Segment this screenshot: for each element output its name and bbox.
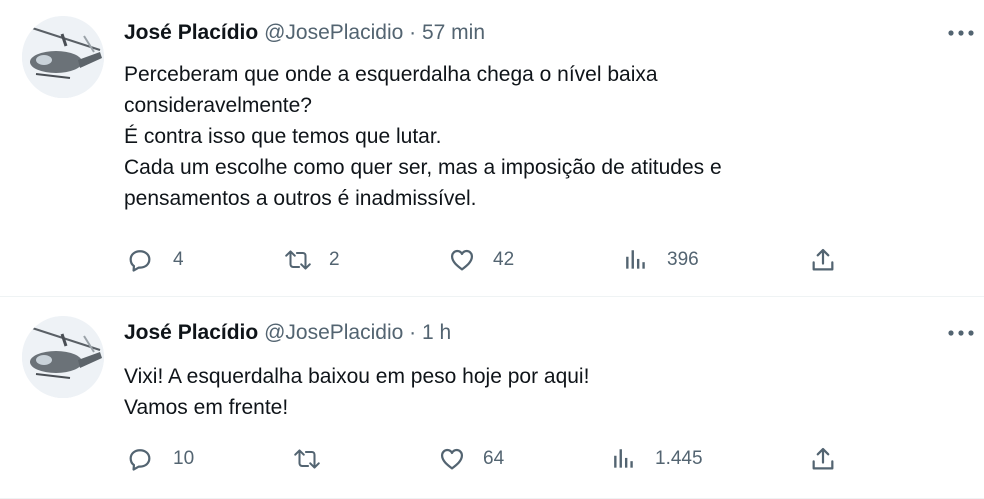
reply-button[interactable]: 10 — [125, 444, 194, 474]
tweet-actions: 10 64 1.445 — [0, 444, 984, 474]
retweet-count: 2 — [329, 249, 340, 270]
like-count: 42 — [493, 249, 515, 270]
author-handle[interactable]: @JosePlacidio — [264, 21, 403, 44]
avatar[interactable] — [22, 316, 104, 398]
share-icon — [808, 444, 838, 474]
more-options-button[interactable] — [946, 21, 976, 45]
like-icon — [447, 245, 477, 275]
share-icon — [808, 245, 838, 275]
separator-dot: · — [409, 21, 417, 44]
helicopter-avatar — [22, 16, 104, 98]
timestamp[interactable]: 1 h — [422, 321, 451, 344]
more-options-icon — [948, 330, 974, 336]
views-icon — [621, 245, 651, 275]
retweet-icon — [283, 245, 313, 275]
author-name[interactable]: José Placídio — [124, 21, 258, 44]
reply-icon — [125, 245, 155, 275]
tweet[interactable]: José Placídio @JosePlacidio · 57 min Per… — [0, 0, 984, 297]
retweet-button[interactable] — [292, 444, 338, 474]
retweet-icon — [292, 444, 322, 474]
tweet-text-line: É contra isso que temos que lutar. — [124, 125, 442, 148]
like-button[interactable]: 64 — [437, 444, 504, 474]
tweet[interactable]: José Placídio @JosePlacidio · 1 h Vixi! … — [0, 298, 984, 499]
like-button[interactable]: 42 — [447, 245, 514, 275]
more-options-button[interactable] — [946, 321, 976, 345]
tweet-text-line: consideravelmente? — [124, 94, 312, 117]
like-icon — [437, 444, 467, 474]
helicopter-avatar — [22, 316, 104, 398]
retweet-button[interactable]: 2 — [283, 245, 340, 275]
separator-dot: · — [409, 321, 417, 344]
tweet-text-line: Cada um escolhe como quer ser, mas a imp… — [124, 156, 722, 179]
author-name[interactable]: José Placídio — [124, 321, 258, 344]
avatar[interactable] — [22, 16, 104, 98]
like-count: 64 — [483, 448, 505, 469]
tweet-text: Perceberam que onde a esquerdalha chega … — [124, 59, 964, 214]
views-button[interactable]: 396 — [621, 245, 699, 275]
more-options-icon — [948, 30, 974, 36]
tweet-header: José Placídio @JosePlacidio · 1 h — [124, 318, 451, 348]
reply-count: 4 — [173, 249, 184, 270]
reply-button[interactable]: 4 — [125, 245, 184, 275]
reply-icon — [125, 444, 155, 474]
view-count: 396 — [667, 249, 699, 270]
views-icon — [609, 444, 639, 474]
tweet-text: Vixi! A esquerdalha baixou em peso hoje … — [124, 361, 964, 423]
tweet-text-line: pensamentos a outros é inadmissível. — [124, 187, 477, 210]
view-count: 1.445 — [655, 448, 703, 469]
tweet-actions: 4 2 42 396 — [0, 245, 984, 275]
author-handle[interactable]: @JosePlacidio — [264, 321, 403, 344]
views-button[interactable]: 1.445 — [609, 444, 703, 474]
tweet-text-line: Perceberam que onde a esquerdalha chega … — [124, 63, 658, 86]
tweet-text-line: Vamos em frente! — [124, 396, 289, 419]
tweet-text-line: Vixi! A esquerdalha baixou em peso hoje … — [124, 365, 590, 388]
timestamp[interactable]: 57 min — [422, 21, 485, 44]
share-button[interactable] — [808, 444, 838, 474]
tweet-header: José Placídio @JosePlacidio · 57 min — [124, 18, 485, 48]
reply-count: 10 — [173, 448, 195, 469]
share-button[interactable] — [808, 245, 838, 275]
